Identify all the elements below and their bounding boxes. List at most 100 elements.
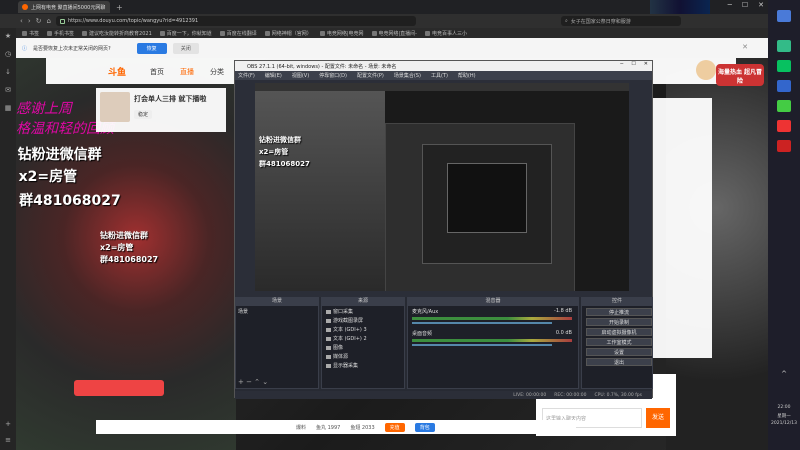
streamer-tag[interactable]: 稳定: [134, 110, 153, 119]
obs-preview[interactable]: 钻粉进微信群 x2=房管 群481068027: [255, 83, 629, 291]
source-type-icon: [326, 363, 331, 368]
obs-menu-item[interactable]: 文件(F): [238, 72, 255, 79]
obs-menu-item[interactable]: 配置文件(P): [357, 72, 384, 79]
close-icon[interactable]: ✕: [644, 61, 648, 67]
edge-icon[interactable]: [777, 80, 791, 92]
back-icon[interactable]: ‹: [20, 17, 23, 25]
bookmark-item[interactable]: 电竞网络|电竞网: [319, 30, 364, 37]
source-item[interactable]: 媒体源: [326, 353, 348, 360]
restore-button[interactable]: 恢复: [136, 42, 167, 54]
dismiss-button[interactable]: 关闭: [172, 42, 199, 54]
search-icon: ⌕: [564, 18, 568, 24]
obs-control-button[interactable]: 设置: [586, 348, 652, 356]
bookmark-item[interactable]: 百度一下，你就知道: [159, 30, 212, 37]
info-icon: ⓘ: [22, 45, 28, 52]
app-icon-red[interactable]: [777, 120, 791, 132]
close-icon[interactable]: ✕: [758, 1, 764, 9]
obs-menu-item[interactable]: 帮助(H): [458, 72, 476, 79]
avatar[interactable]: [696, 60, 716, 80]
source-item[interactable]: 文本 (GDI+) 3: [326, 326, 367, 333]
nav-category[interactable]: 分类: [210, 67, 224, 77]
obs-menu-item[interactable]: 视图(V): [292, 72, 309, 79]
source-item[interactable]: 文本 (GDI+) 2: [326, 335, 367, 342]
source-item[interactable]: 游戏截图录屏: [326, 317, 363, 324]
bookmark-item[interactable]: 电竞网络|直播间-: [371, 30, 417, 37]
obs-menu-item[interactable]: 停靠窗口(D): [319, 72, 347, 79]
forward-icon[interactable]: ›: [28, 17, 31, 25]
obs-app-icon[interactable]: [777, 140, 791, 152]
obs-control-button[interactable]: 工作室模式: [586, 338, 652, 346]
source-type-icon: [326, 309, 331, 314]
source-item[interactable]: 显示器采集: [326, 362, 358, 369]
nav-live[interactable]: 直播: [180, 67, 194, 77]
obs-control-button[interactable]: 退出: [586, 358, 652, 366]
star-icon[interactable]: ★: [4, 32, 12, 40]
minimize-icon[interactable]: ─: [620, 61, 623, 67]
minimize-icon[interactable]: ─: [728, 1, 732, 9]
bookmark-icon: [82, 30, 88, 36]
bookmark-item[interactable]: 建议吃汝能转折商教育2021: [82, 30, 152, 37]
report-link[interactable]: 爆料: [296, 424, 306, 431]
clock-time[interactable]: 22:00: [768, 405, 800, 410]
windows-start-icon[interactable]: [777, 10, 791, 22]
tray-caret[interactable]: ^: [768, 370, 800, 378]
bookmark-item[interactable]: 电竞百事人三小: [425, 30, 467, 37]
obs-menu-item[interactable]: 工具(T): [431, 72, 448, 79]
bookmark-item[interactable]: 书签: [22, 30, 39, 37]
overlay-line-1: ◆ 钻粉进微信群: [16, 144, 102, 164]
apps-icon[interactable]: ▦: [4, 104, 12, 112]
source-item[interactable]: 图像: [326, 344, 343, 351]
restore-session-bar: ⓘ 是否要恢复上次未正常关闭的网页? 恢复 关闭 ✕: [16, 38, 768, 58]
overlay-line-3: ◉ 群481068027: [16, 190, 121, 210]
obs-control-button[interactable]: 开始录制: [586, 318, 652, 326]
history-icon[interactable]: ◷: [4, 50, 12, 58]
browser-tab[interactable]: 上网有电竞 聚直播间5000元网聊: [18, 1, 110, 13]
scene-item[interactable]: 场景: [238, 308, 248, 315]
refresh-icon[interactable]: ↻: [36, 17, 42, 25]
address-bar[interactable]: https://www.douyu.com/topic/wangyu?rid=4…: [55, 16, 416, 26]
obs-menu-item[interactable]: 场景集合(S): [394, 72, 421, 79]
bookmark-icon: [219, 30, 225, 36]
wechat-icon[interactable]: [777, 60, 791, 72]
volume-slider[interactable]: [412, 344, 552, 346]
volume-slider[interactable]: [412, 322, 552, 324]
new-tab-button[interactable]: +: [116, 3, 123, 12]
obs-control-button[interactable]: 启动虚拟摄像机: [586, 328, 652, 336]
bookmark-item[interactable]: 网络神帽（官网）: [264, 30, 312, 37]
source-label: 窗口采集: [333, 309, 354, 315]
mixer-header: 混音器: [407, 297, 579, 305]
menu-icon[interactable]: ≡: [4, 436, 12, 444]
maximize-icon[interactable]: ☐: [631, 61, 635, 67]
promo-badge[interactable]: 海量热血 超凡冒险: [716, 64, 764, 86]
download-icon[interactable]: ↓: [4, 68, 12, 76]
source-type-icon: [326, 354, 331, 359]
browser-app-icon[interactable]: [777, 40, 791, 52]
app-icon[interactable]: [777, 100, 791, 112]
home-icon[interactable]: ⌂: [47, 17, 51, 25]
source-item[interactable]: 窗口采集: [326, 308, 353, 315]
backpack-button[interactable]: 背包: [414, 422, 435, 432]
nav-home[interactable]: 首页: [150, 67, 164, 77]
obs-control-button[interactable]: 停止推流: [586, 308, 652, 316]
browser-sidebar: ★ ◷ ↓ ✉ ▦ + ≡: [0, 28, 16, 450]
tab-title: 上网有电竞 聚直播间5000元网聊: [31, 4, 106, 11]
overlay-text-3: 群481068027: [19, 193, 121, 209]
add-icon[interactable]: +: [4, 420, 12, 428]
send-button[interactable]: 发送: [646, 408, 670, 428]
bookmark-item[interactable]: 手机书签: [47, 30, 74, 37]
controls-header: 控件: [581, 297, 653, 305]
mixer-panel: 麦克风/Aux -1.8 dB 桌面音频 0.0 dB: [407, 305, 579, 389]
preview-overlay-1: 钻粉进微信群: [259, 136, 301, 144]
mixer-label-row: 桌面音频 0.0 dB: [412, 330, 572, 337]
obs-menu-item[interactable]: 编辑(E): [265, 72, 282, 79]
mail-icon[interactable]: ✉: [4, 86, 12, 94]
close-icon[interactable]: ✕: [742, 43, 748, 51]
source-label: 文本 (GDI+) 2: [333, 336, 367, 342]
obs-menu-bar: 文件(F) 编辑(E) 视图(V) 停靠窗口(D) 配置文件(P) 场景集合(S) 工具(T…: [235, 71, 652, 80]
search-input[interactable]: ⌕ 女子在国家公祭日穿和服游: [560, 16, 681, 26]
recharge-button[interactable]: 充值: [384, 422, 405, 432]
site-logo[interactable]: 斗鱼: [108, 65, 126, 78]
maximize-icon[interactable]: ☐: [742, 1, 748, 9]
scene-add-icon[interactable]: + − ⌃ ⌄: [238, 378, 268, 386]
bookmark-item[interactable]: 百度在线翻译: [219, 30, 257, 37]
